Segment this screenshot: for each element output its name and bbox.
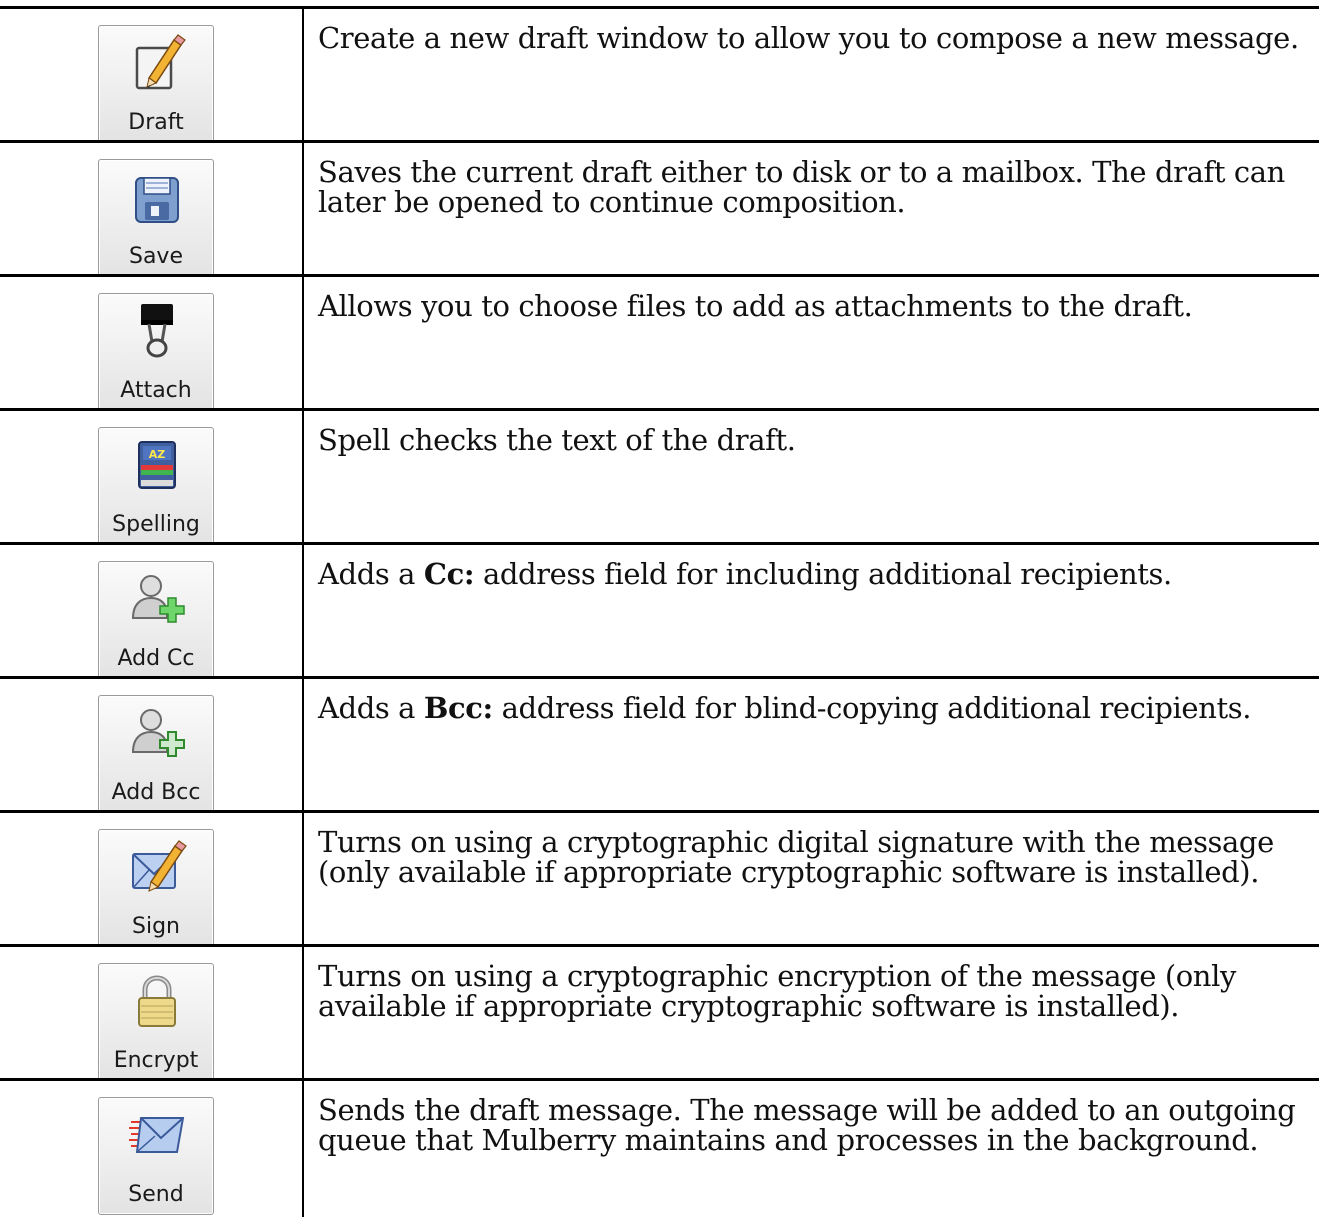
icon-cell: Attach — [0, 277, 302, 411]
draft-button[interactable]: Draft — [98, 25, 214, 143]
field-name: Cc: — [423, 557, 475, 591]
send-button[interactable]: Send — [98, 1097, 214, 1215]
table-row: Attach Allows you to choose files to add… — [0, 274, 1319, 411]
spell-book-icon: AZ — [138, 441, 176, 489]
button-label: Sign — [132, 914, 180, 939]
description: Sends the draft message. The message wil… — [318, 1093, 1296, 1157]
column-divider — [302, 143, 304, 274]
description: Turns on using a cryptographic digital s… — [318, 825, 1274, 889]
description: Allows you to choose files to add as att… — [318, 289, 1193, 323]
description: Adds a Bcc: address field for blind-copy… — [318, 691, 1252, 725]
description: Turns on using a cryptographic encryptio… — [318, 959, 1236, 1023]
spelling-button[interactable]: AZ Spelling — [98, 427, 214, 545]
pencil-paper-icon — [135, 34, 186, 90]
button-label: Draft — [128, 110, 184, 135]
column-divider — [302, 679, 304, 810]
table-row: AZ Spelling Spell checks the text of the… — [0, 408, 1319, 545]
column-divider — [302, 947, 304, 1078]
description: Spell checks the text of the draft. — [318, 423, 796, 457]
button-label: Attach — [120, 378, 192, 403]
description: Saves the current draft either to disk o… — [318, 155, 1285, 219]
description: Adds a Cc: address field for including a… — [318, 557, 1172, 591]
icon-cell: AZ Spelling — [0, 411, 302, 545]
column-divider — [302, 411, 304, 542]
person-plus-outline-icon — [131, 709, 185, 757]
column-divider — [302, 545, 304, 676]
table-row: Sign Turns on using a cryptographic digi… — [0, 810, 1319, 947]
button-label: Encrypt — [113, 1048, 199, 1073]
button-label: Add Bcc — [111, 780, 201, 805]
person-plus-icon — [131, 575, 185, 623]
add-cc-button[interactable]: Add Cc — [98, 561, 214, 679]
attach-button[interactable]: Attach — [98, 293, 214, 411]
icon-cell: Save — [0, 143, 302, 277]
description: Create a new draft window to allow you t… — [318, 21, 1299, 55]
envelope-pencil-icon — [132, 840, 187, 892]
table-row: Save Saves the current draft either to d… — [0, 140, 1319, 277]
svg-text:AZ: AZ — [149, 448, 166, 461]
add-bcc-button[interactable]: Add Bcc — [98, 695, 214, 813]
save-button[interactable]: Save — [98, 159, 214, 277]
icon-cell: Add Cc — [0, 545, 302, 679]
toolbar-reference-table: Draft Create a new draft window to allow… — [0, 6, 1319, 1217]
icon-cell: Encrypt — [0, 947, 302, 1081]
binder-clip-icon — [141, 304, 173, 358]
column-divider — [302, 277, 304, 408]
button-label: Send — [128, 1182, 184, 1207]
send-envelope-icon — [129, 1117, 185, 1153]
icon-cell: Sign — [0, 813, 302, 947]
button-label: Add Cc — [117, 646, 195, 671]
column-divider — [302, 813, 304, 944]
table-row: Add Cc Adds a Cc: address field for incl… — [0, 542, 1319, 679]
icon-cell: Draft — [0, 9, 302, 143]
button-label: Save — [128, 244, 183, 269]
table-row: Draft Create a new draft window to allow… — [0, 6, 1319, 143]
field-name: Bcc: — [423, 691, 493, 725]
sign-button[interactable]: Sign — [98, 829, 214, 947]
icon-cell: Send — [0, 1081, 302, 1217]
padlock-icon — [138, 975, 176, 1027]
column-divider — [302, 9, 304, 140]
icon-cell: Add Bcc — [0, 679, 302, 813]
table-row: Encrypt Turns on using a cryptographic e… — [0, 944, 1319, 1081]
floppy-disk-icon — [135, 177, 179, 223]
table-row: Send Sends the draft message. The messag… — [0, 1078, 1319, 1217]
column-divider — [302, 1081, 304, 1217]
table-row: Add Bcc Adds a Bcc: address field for bl… — [0, 676, 1319, 813]
button-label: Spelling — [112, 512, 200, 537]
encrypt-button[interactable]: Encrypt — [98, 963, 214, 1081]
